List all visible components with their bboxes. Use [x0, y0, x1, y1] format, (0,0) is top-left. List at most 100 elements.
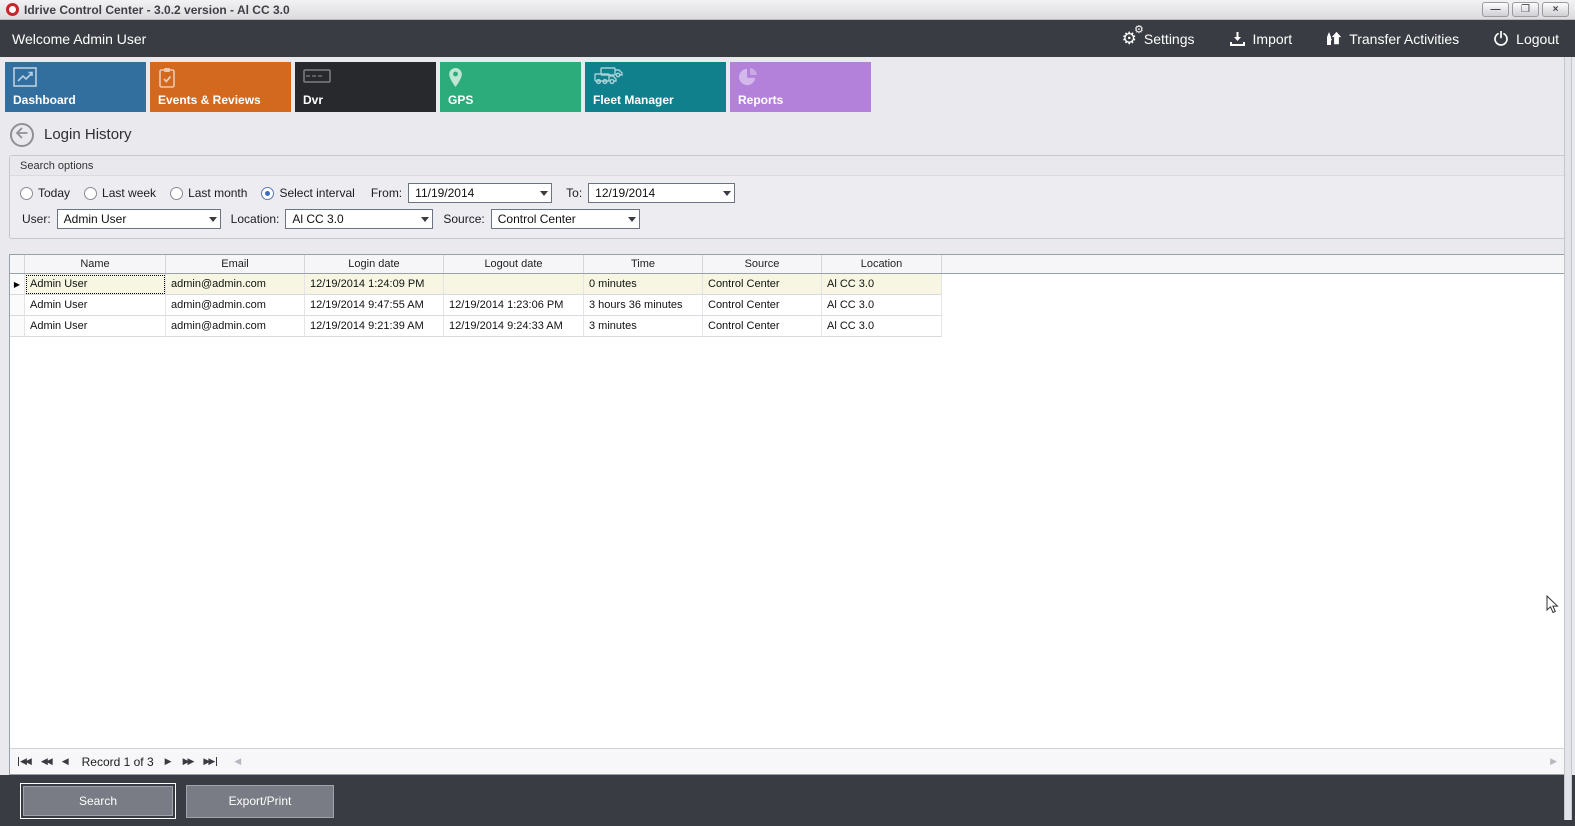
search-button[interactable]: Search	[23, 786, 173, 816]
back-arrow-icon	[15, 126, 29, 144]
row-indicator-icon: ▶	[10, 274, 25, 295]
title-bar: Idrive Control Center - 3.0.2 version - …	[0, 0, 1575, 20]
scroll-right-arrow-icon[interactable]: ▶	[1550, 756, 1557, 767]
radio-last-week[interactable]: Last week	[84, 186, 156, 200]
cell-location[interactable]: Al CC 3.0	[822, 295, 942, 316]
cell-logout-date[interactable]: 12/19/2014 1:23:06 PM	[444, 295, 584, 316]
cell-email[interactable]: admin@admin.com	[166, 274, 305, 295]
entity-filter-row: User: Admin User Location: Al CC 3.0 Sou…	[10, 205, 1565, 238]
prev-page-button[interactable]: ◀◀	[41, 757, 51, 766]
cell-source[interactable]: Control Center	[703, 295, 822, 316]
line-chart-icon	[13, 67, 138, 87]
import-icon	[1229, 31, 1246, 47]
radio-today-circle	[20, 187, 33, 200]
radio-last-month[interactable]: Last month	[170, 186, 247, 200]
grid-header-filler	[942, 255, 1565, 273]
trucks-icon	[593, 67, 718, 86]
tile-fleet-manager[interactable]: Fleet Manager	[585, 62, 726, 112]
table-row[interactable]: Admin User admin@admin.com 12/19/2014 9:…	[10, 295, 1565, 316]
settings-button[interactable]: ⚙⚙ Settings	[1122, 30, 1195, 47]
row-filler	[942, 295, 1565, 316]
cell-location[interactable]: Al CC 3.0	[822, 316, 942, 337]
grid-header-row: Name Email Login date Logout date Time S…	[10, 255, 1565, 274]
export-print-button[interactable]: Export/Print	[186, 785, 334, 818]
radio-select-interval[interactable]: Select interval	[261, 186, 354, 200]
cell-location[interactable]: Al CC 3.0	[822, 274, 942, 295]
tile-events-reviews[interactable]: Events & Reviews	[150, 62, 291, 112]
login-history-grid: Name Email Login date Logout date Time S…	[9, 254, 1566, 775]
table-row[interactable]: ▶ Admin User admin@admin.com 12/19/2014 …	[10, 274, 1565, 295]
logout-button[interactable]: Logout	[1493, 31, 1559, 47]
to-date-combobox[interactable]: 12/19/2014	[588, 183, 735, 203]
table-row[interactable]: Admin User admin@admin.com 12/19/2014 9:…	[10, 316, 1565, 337]
cell-time[interactable]: 3 minutes	[584, 316, 703, 337]
column-header-email[interactable]: Email	[166, 255, 305, 273]
column-header-time[interactable]: Time	[584, 255, 703, 273]
cell-login-date[interactable]: 12/19/2014 1:24:09 PM	[305, 274, 444, 295]
back-button[interactable]	[10, 123, 34, 147]
nav-tiles: Dashboard Events & Reviews Dvr GPS Fleet…	[0, 57, 1575, 117]
row-indicator	[10, 316, 25, 337]
transfer-activities-button[interactable]: Transfer Activities	[1326, 30, 1459, 47]
cell-login-date[interactable]: 12/19/2014 9:47:55 AM	[305, 295, 444, 316]
source-combobox[interactable]: Control Center	[491, 209, 640, 229]
next-page-button[interactable]: ▶▶	[183, 757, 193, 766]
tile-reports[interactable]: Reports	[730, 62, 871, 112]
power-icon	[1493, 31, 1509, 47]
next-record-button[interactable]: ▶	[165, 757, 172, 766]
row-indicator	[10, 295, 25, 316]
column-header-login-date[interactable]: Login date	[305, 255, 444, 273]
cell-logout-date[interactable]	[444, 274, 584, 295]
cell-name[interactable]: Admin User	[25, 274, 166, 295]
location-combobox[interactable]: Al CC 3.0	[285, 209, 433, 229]
tile-gps[interactable]: GPS	[440, 62, 581, 112]
cell-email[interactable]: admin@admin.com	[166, 295, 305, 316]
cell-logout-date[interactable]: 12/19/2014 9:24:33 AM	[444, 316, 584, 337]
column-header-source[interactable]: Source	[703, 255, 822, 273]
cell-name[interactable]: Admin User	[25, 295, 166, 316]
maximize-button[interactable]: ❐	[1512, 2, 1539, 17]
grid-header-indicator	[10, 255, 25, 273]
import-label: Import	[1253, 31, 1293, 47]
clipboard-check-icon	[158, 67, 283, 88]
from-date-combobox[interactable]: 11/19/2014	[408, 183, 552, 203]
window-controls: — ❐ ×	[1482, 2, 1569, 17]
cell-email[interactable]: admin@admin.com	[166, 316, 305, 337]
last-record-button[interactable]: ▶▶	[203, 757, 217, 766]
cell-source[interactable]: Control Center	[703, 316, 822, 337]
import-button[interactable]: Import	[1229, 31, 1293, 47]
column-header-name[interactable]: Name	[25, 255, 166, 273]
user-combobox[interactable]: Admin User	[57, 209, 221, 229]
window-title: Idrive Control Center - 3.0.2 version - …	[24, 3, 1482, 17]
first-record-button[interactable]: ◀◀	[18, 757, 30, 766]
gears-icon: ⚙⚙	[1122, 30, 1137, 47]
cell-time[interactable]: 0 minutes	[584, 274, 703, 295]
cell-source[interactable]: Control Center	[703, 274, 822, 295]
from-date-value: 11/19/2014	[415, 186, 474, 200]
cell-name[interactable]: Admin User	[25, 316, 166, 337]
location-label: Location:	[231, 212, 280, 226]
tile-fleet-manager-label: Fleet Manager	[593, 93, 718, 107]
prev-record-button[interactable]: ◀	[62, 757, 69, 766]
to-date-value: 12/19/2014	[595, 186, 655, 200]
search-button-focus-ring: Search	[20, 783, 176, 819]
tile-dashboard-label: Dashboard	[13, 93, 138, 107]
pie-chart-icon	[738, 67, 863, 87]
column-header-location[interactable]: Location	[822, 255, 942, 273]
top-bar: Welcome Admin User ⚙⚙ Settings Import Tr…	[0, 20, 1575, 57]
column-header-logout-date[interactable]: Logout date	[444, 255, 584, 273]
minimize-button[interactable]: —	[1482, 2, 1509, 17]
transfer-arrows-icon	[1326, 30, 1342, 47]
tile-dvr[interactable]: Dvr	[295, 62, 436, 112]
cell-login-date[interactable]: 12/19/2014 9:21:39 AM	[305, 316, 444, 337]
tile-dashboard[interactable]: Dashboard	[5, 62, 146, 112]
interval-filter-row: Today Last week Last month Select interv…	[10, 176, 1565, 205]
radio-last-week-circle	[84, 187, 97, 200]
cell-time[interactable]: 3 hours 36 minutes	[584, 295, 703, 316]
source-label: Source:	[443, 212, 484, 226]
scroll-left-arrow-icon[interactable]: ◀	[234, 756, 241, 767]
close-button[interactable]: ×	[1542, 2, 1569, 17]
radio-select-interval-circle	[261, 187, 274, 200]
record-navigator: ◀◀ ◀◀ ◀ Record 1 of 3 ▶ ▶▶ ▶▶ ◀ ▶	[10, 748, 1565, 774]
radio-today[interactable]: Today	[20, 186, 70, 200]
